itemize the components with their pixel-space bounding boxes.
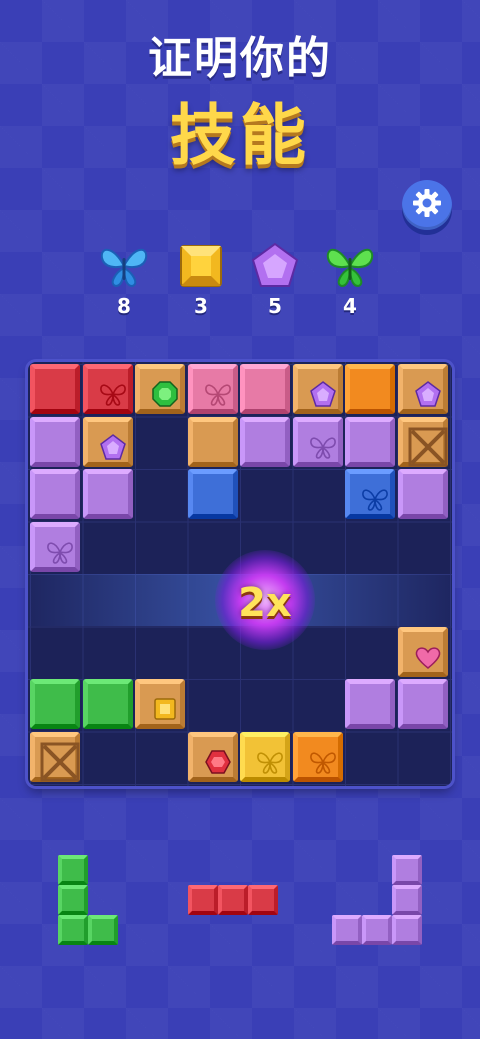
crate-block <box>30 731 80 782</box>
piece-block <box>362 915 392 945</box>
block-purple <box>397 469 448 519</box>
butterfly-icon <box>298 737 348 787</box>
butterfly-icon <box>35 527 85 577</box>
purple-gem-icon <box>298 369 348 419</box>
block-orange <box>345 364 395 414</box>
block-purple <box>30 416 80 467</box>
block-purple-butterfly <box>292 416 343 467</box>
title-line-2: 技能 <box>170 97 310 174</box>
block-wood-purple-gem <box>292 364 343 414</box>
block-purple <box>82 469 133 519</box>
goal-yellow-gem: 3 <box>166 240 236 318</box>
piece-block <box>392 915 422 945</box>
blue-butterfly-icon <box>89 240 159 292</box>
crate-icon <box>35 737 85 787</box>
crate-block <box>397 416 448 467</box>
goal-purple-gem: 5 <box>240 240 310 318</box>
yellow-gem-icon <box>140 684 190 734</box>
goal-green-butterfly: 4 <box>315 240 385 318</box>
piece-block <box>218 885 248 915</box>
block-wood-green-gem <box>135 364 185 414</box>
block-blue <box>187 469 238 519</box>
red-gem-icon <box>193 737 243 787</box>
settings-button[interactable] <box>402 180 452 230</box>
block-wood-purple-gem <box>397 364 448 414</box>
block-purple <box>397 679 448 729</box>
purple-gem-icon <box>403 369 453 419</box>
title-line-1: 证明你的 <box>148 33 332 84</box>
block-wood <box>187 416 238 467</box>
block-wood-yellow-gem <box>135 679 185 729</box>
block-yellow-butterfly <box>240 731 290 782</box>
block-pink-butterfly <box>187 364 238 414</box>
goal-count: 3 <box>194 294 208 318</box>
goal-count: 5 <box>268 294 282 318</box>
block-purple <box>345 679 395 729</box>
butterfly-icon <box>245 737 295 787</box>
green-butterfly-icon <box>315 240 385 292</box>
block-green <box>82 679 133 729</box>
block-green <box>30 679 80 729</box>
piece-red-bar[interactable] <box>188 885 278 915</box>
piece-block <box>188 885 218 915</box>
block-pink <box>240 364 290 414</box>
butterfly-icon <box>298 422 348 472</box>
butterfly-icon <box>350 474 400 524</box>
purple-gem-icon <box>88 422 138 472</box>
piece-block <box>88 915 118 945</box>
piece-block <box>58 885 88 915</box>
piece-green-l[interactable] <box>58 855 118 945</box>
butterfly-icon <box>193 369 243 419</box>
combo-multiplier: 2x <box>205 545 325 660</box>
piece-block <box>58 855 88 885</box>
block-purple <box>345 416 395 467</box>
green-gem-icon <box>140 369 190 419</box>
piece-block <box>58 915 88 945</box>
block-wood-pink-heart <box>397 626 448 677</box>
block-wood-red-gem <box>187 731 238 782</box>
goal-count: 8 <box>117 294 131 318</box>
block-purple-butterfly <box>30 521 80 572</box>
block-red <box>30 364 80 414</box>
piece-block <box>392 855 422 885</box>
crate-icon <box>403 422 453 472</box>
block-purple <box>240 416 290 467</box>
piece-block <box>248 885 278 915</box>
purple-gem-icon <box>240 240 310 292</box>
block-red-butterfly <box>82 364 133 414</box>
butterfly-icon <box>88 369 138 419</box>
yellow-gem-icon <box>166 240 236 292</box>
piece-block <box>392 885 422 915</box>
piece-block <box>332 915 362 945</box>
block-orange-butterfly <box>292 731 343 782</box>
goal-blue-butterfly: 8 <box>89 240 159 318</box>
piece-purple-j[interactable] <box>332 855 422 945</box>
block-purple <box>30 469 80 519</box>
block-blue-butterfly <box>345 469 395 519</box>
pink-heart-icon <box>403 632 453 682</box>
gear-icon <box>411 187 443 223</box>
combo-label: 2x <box>238 579 292 626</box>
goal-count: 4 <box>343 294 357 318</box>
block-wood-purple-gem <box>82 416 133 467</box>
